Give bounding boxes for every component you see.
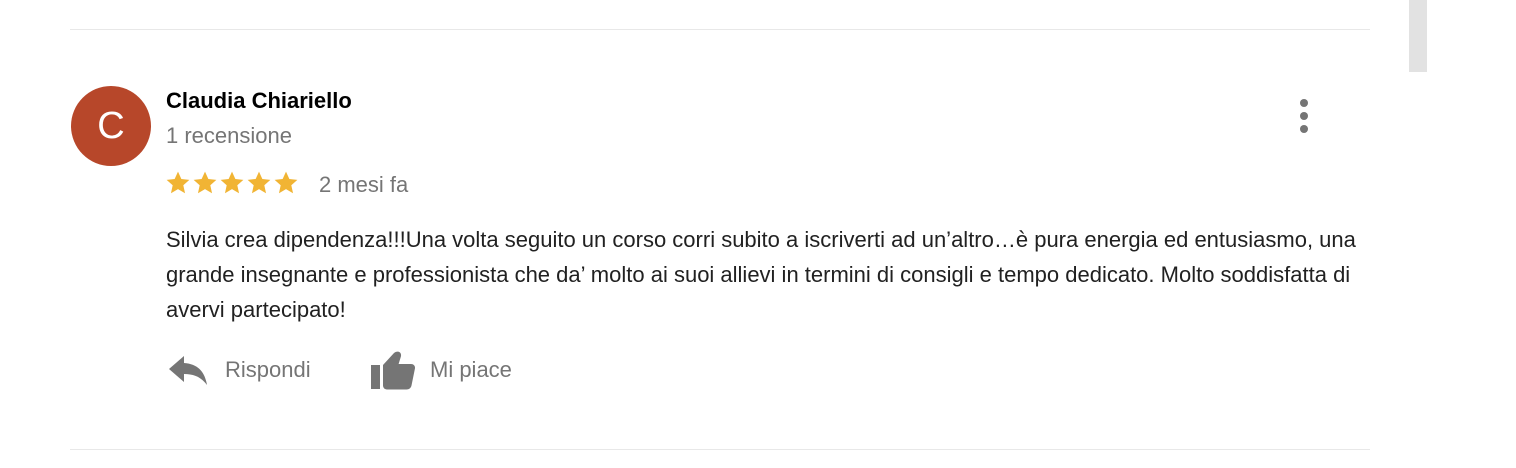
avatar[interactable]: C <box>71 86 151 166</box>
bottom-divider <box>70 449 1370 450</box>
scrollbar-thumb[interactable] <box>1409 0 1427 72</box>
like-label: Mi piace <box>430 357 512 382</box>
star-icon <box>220 171 244 194</box>
avatar-initial: C <box>97 104 125 147</box>
star-icon <box>166 171 190 194</box>
star-icon <box>274 171 298 194</box>
reply-label: Rispondi <box>225 357 311 382</box>
more-options-button[interactable] <box>1292 96 1316 136</box>
reply-button[interactable]: Rispondi <box>168 348 311 392</box>
like-button[interactable]: Mi piace <box>370 348 512 392</box>
top-divider <box>70 29 1370 30</box>
review-count: 1 recensione <box>166 123 292 148</box>
review-text: Silvia crea dipendenza!!!Una volta segui… <box>166 227 1356 322</box>
star-icon <box>247 171 271 194</box>
star-rating <box>165 170 299 198</box>
more-vertical-icon <box>1300 99 1308 133</box>
author-name[interactable]: Claudia Chiariello <box>166 88 352 114</box>
review-time: 2 mesi fa <box>319 172 409 197</box>
review-page: C Claudia Chiariello 1 recensione 2 mesi… <box>0 0 1516 468</box>
thumbs-up-icon <box>371 351 416 390</box>
reply-icon <box>169 356 207 385</box>
star-icon <box>193 171 217 194</box>
